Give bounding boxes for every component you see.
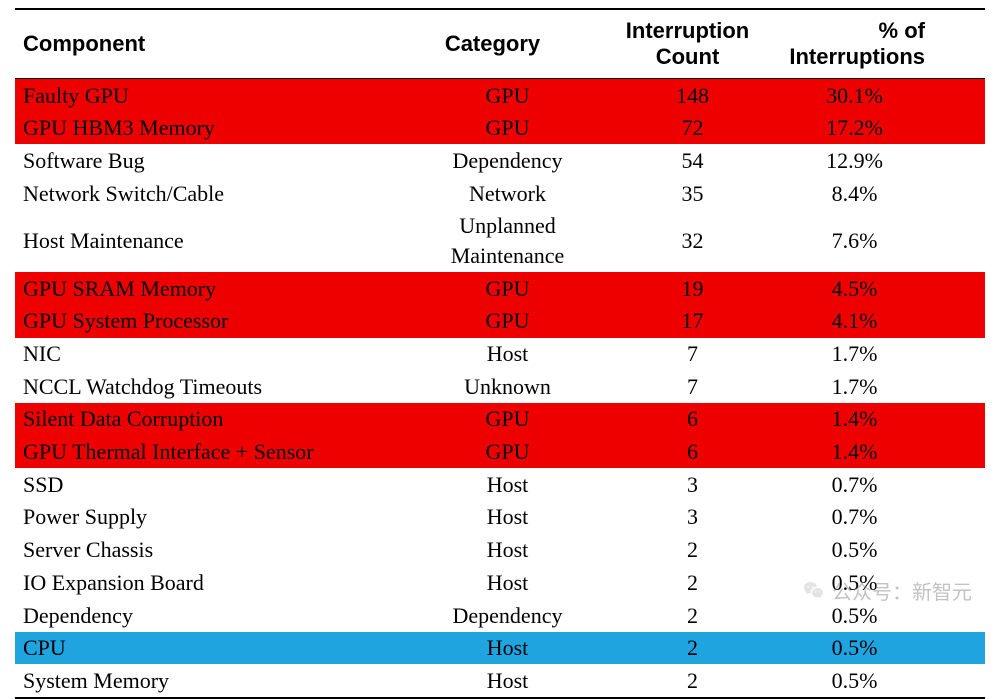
col-header-component: Component [15, 9, 410, 79]
table-row: CPUHost20.5% [15, 632, 985, 665]
cell-count: 2 [605, 632, 780, 665]
cell-pct: 8.4% [780, 177, 985, 210]
cell-category: Host [410, 534, 605, 567]
cell-category: GPU [410, 403, 605, 436]
cell-category: Host [410, 566, 605, 599]
cell-pct: 1.4% [780, 403, 985, 436]
table-row: GPU System ProcessorGPU174.1% [15, 305, 985, 338]
cell-pct: 7.6% [780, 210, 985, 272]
table-row: NCCL Watchdog TimeoutsUnknown71.7% [15, 370, 985, 403]
cell-pct: 30.1% [780, 79, 985, 112]
table-row: Faulty GPUGPU14830.1% [15, 79, 985, 112]
cell-component: IO Expansion Board [15, 566, 410, 599]
cell-component: SSD [15, 468, 410, 501]
cell-count: 2 [605, 664, 780, 698]
cell-component: Server Chassis [15, 534, 410, 567]
table-row: SSDHost30.7% [15, 468, 985, 501]
cell-pct: 4.1% [780, 305, 985, 338]
table-header-row: Component Category Interruption Count % … [15, 9, 985, 79]
cell-count: 6 [605, 436, 780, 469]
table-row: Power SupplyHost30.7% [15, 501, 985, 534]
cell-component: GPU Thermal Interface + Sensor [15, 436, 410, 469]
cell-category: GPU [410, 79, 605, 112]
table-row: NICHost71.7% [15, 338, 985, 371]
cell-count: 32 [605, 210, 780, 272]
table-row: Software BugDependency5412.9% [15, 144, 985, 177]
cell-component: NIC [15, 338, 410, 371]
cell-pct: 0.7% [780, 468, 985, 501]
cell-pct: 17.2% [780, 112, 985, 145]
cell-pct: 0.5% [780, 566, 985, 599]
cell-component: Faulty GPU [15, 79, 410, 112]
cell-count: 35 [605, 177, 780, 210]
cell-category: Network [410, 177, 605, 210]
cell-category: GPU [410, 272, 605, 305]
cell-category: Dependency [410, 144, 605, 177]
cell-category: Host [410, 501, 605, 534]
cell-component: System Memory [15, 664, 410, 698]
cell-category: GPU [410, 436, 605, 469]
interruptions-table: Component Category Interruption Count % … [15, 8, 985, 699]
cell-category: GPU [410, 112, 605, 145]
table-row: Server ChassisHost20.5% [15, 534, 985, 567]
table-row: IO Expansion BoardHost20.5% [15, 566, 985, 599]
cell-count: 7 [605, 338, 780, 371]
col-header-pct: % of Interruptions [780, 9, 985, 79]
cell-count: 2 [605, 566, 780, 599]
table-row: Network Switch/CableNetwork358.4% [15, 177, 985, 210]
cell-pct: 0.5% [780, 632, 985, 665]
cell-pct: 1.7% [780, 370, 985, 403]
cell-component: GPU SRAM Memory [15, 272, 410, 305]
table-row: Silent Data CorruptionGPU61.4% [15, 403, 985, 436]
cell-count: 3 [605, 501, 780, 534]
cell-count: 72 [605, 112, 780, 145]
cell-pct: 1.4% [780, 436, 985, 469]
cell-category: Unknown [410, 370, 605, 403]
table-row: Host MaintenanceUnplannedMaintenance327.… [15, 210, 985, 272]
cell-count: 6 [605, 403, 780, 436]
cell-component: NCCL Watchdog Timeouts [15, 370, 410, 403]
cell-component: Network Switch/Cable [15, 177, 410, 210]
cell-pct: 4.5% [780, 272, 985, 305]
cell-category: Host [410, 338, 605, 371]
cell-component: Power Supply [15, 501, 410, 534]
cell-category: Host [410, 468, 605, 501]
col-header-count: Interruption Count [605, 9, 780, 79]
table-body: Faulty GPUGPU14830.1%GPU HBM3 MemoryGPU7… [15, 79, 985, 699]
cell-category: Host [410, 664, 605, 698]
cell-count: 7 [605, 370, 780, 403]
cell-component: GPU System Processor [15, 305, 410, 338]
cell-category: UnplannedMaintenance [410, 210, 605, 272]
cell-count: 3 [605, 468, 780, 501]
table-row: System MemoryHost20.5% [15, 664, 985, 698]
cell-pct: 0.5% [780, 534, 985, 567]
cell-count: 17 [605, 305, 780, 338]
table-row: GPU Thermal Interface + SensorGPU61.4% [15, 436, 985, 469]
cell-category: GPU [410, 305, 605, 338]
cell-component: Silent Data Corruption [15, 403, 410, 436]
cell-pct: 1.7% [780, 338, 985, 371]
col-header-category: Category [410, 9, 605, 79]
cell-component: Host Maintenance [15, 210, 410, 272]
cell-component: CPU [15, 632, 410, 665]
table-row: GPU HBM3 MemoryGPU7217.2% [15, 112, 985, 145]
cell-count: 148 [605, 79, 780, 112]
table-row: GPU SRAM MemoryGPU194.5% [15, 272, 985, 305]
cell-count: 2 [605, 534, 780, 567]
cell-count: 19 [605, 272, 780, 305]
cell-pct: 12.9% [780, 144, 985, 177]
cell-component: Software Bug [15, 144, 410, 177]
cell-count: 54 [605, 144, 780, 177]
cell-category: Host [410, 632, 605, 665]
cell-pct: 0.5% [780, 664, 985, 698]
cell-component: GPU HBM3 Memory [15, 112, 410, 145]
cell-pct: 0.7% [780, 501, 985, 534]
